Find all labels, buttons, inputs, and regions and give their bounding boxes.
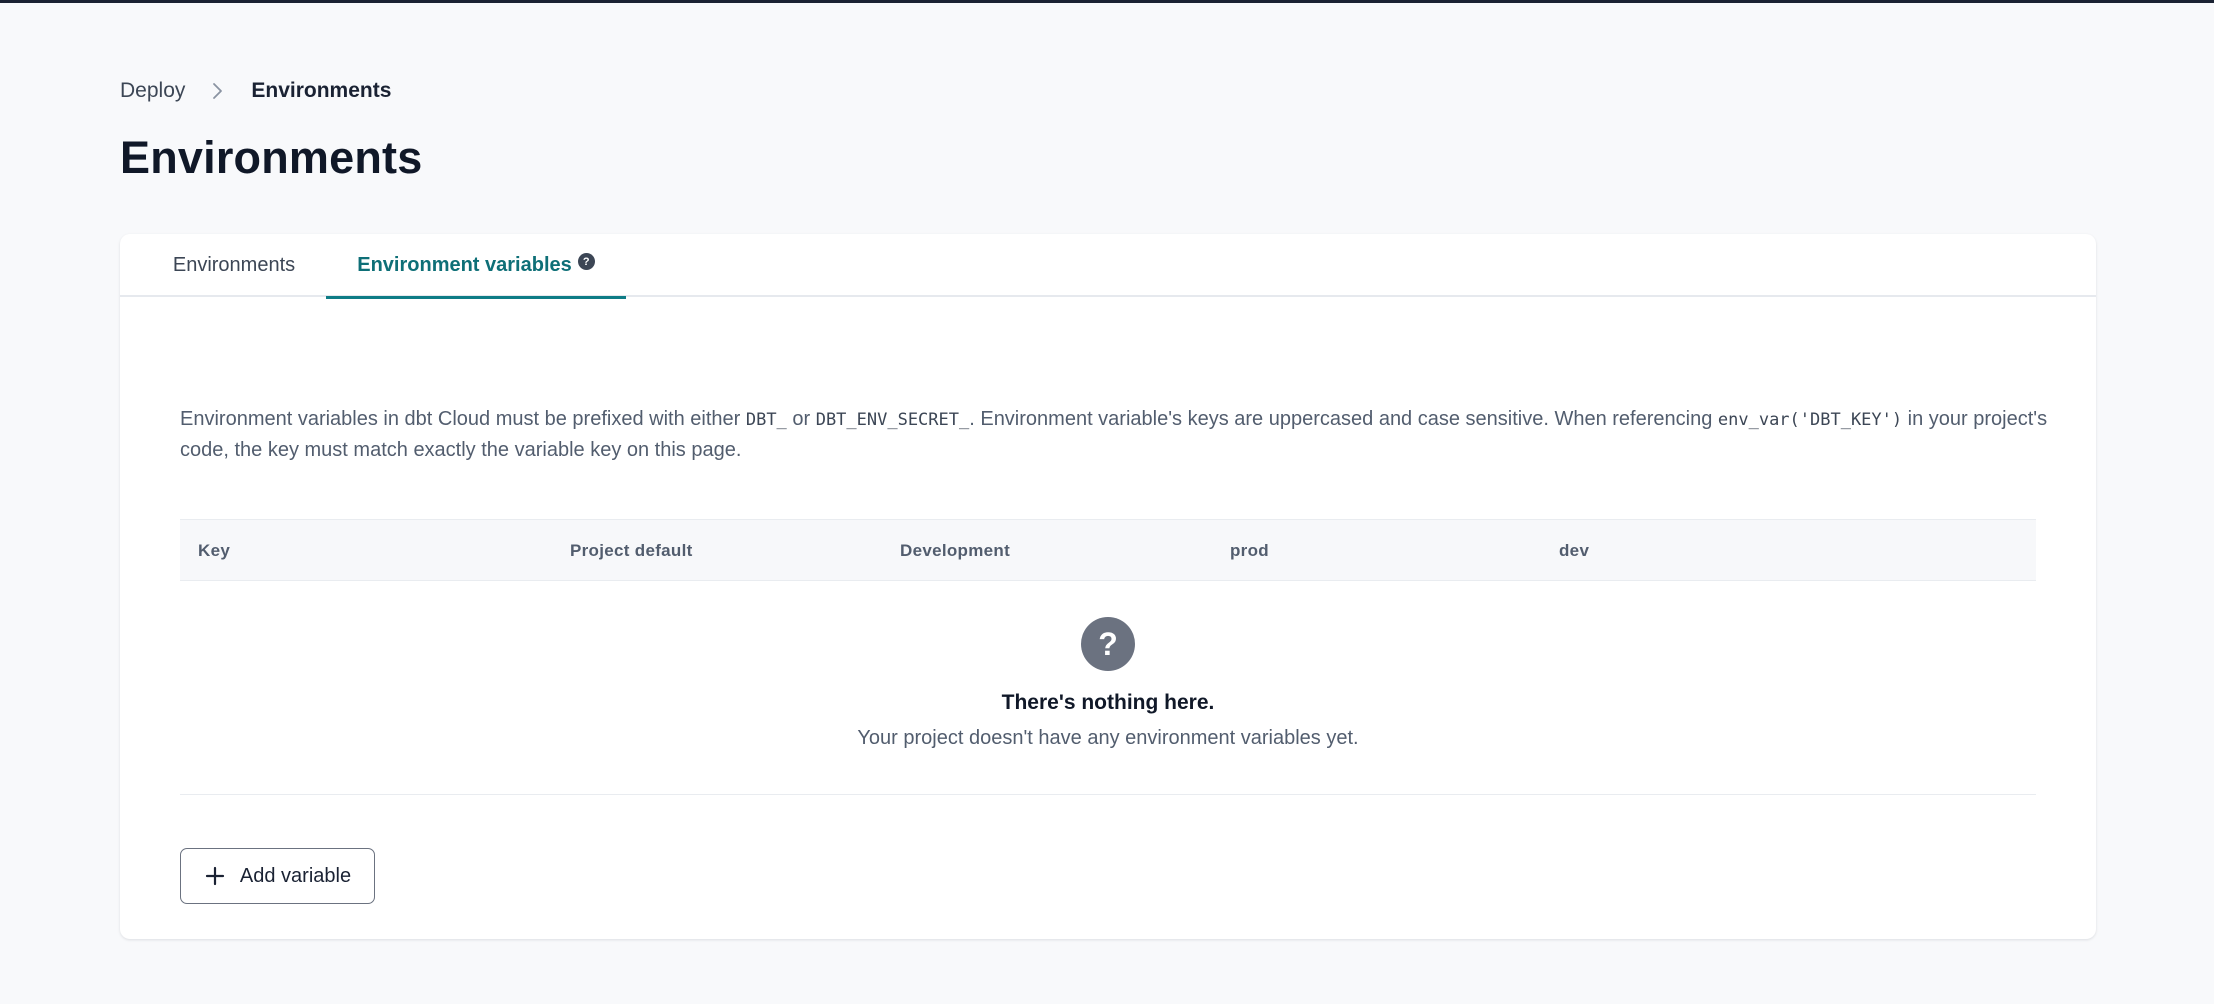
chevron-right-icon (203, 82, 233, 100)
column-header-dev: dev (1559, 541, 1590, 560)
column-header-development: Development (900, 541, 1011, 560)
add-variable-label: Add variable (239, 864, 352, 887)
breadcrumb-deploy-link[interactable]: Deploy (120, 79, 185, 103)
top-rule (0, 0, 2214, 3)
code-prefix-secret: DBT_ENV_SECRET_ (815, 410, 970, 430)
tab-environments-label: Environments (172, 254, 296, 276)
variables-table: Key Project default Development prod dev… (180, 519, 2036, 795)
description-text: Environment variables in dbt Cloud must … (180, 404, 2060, 465)
help-icon[interactable]: ? (577, 253, 595, 270)
tab-environment-variables-label: Environment variables (357, 254, 572, 276)
environments-card: Environments Environment variables ? Env… (120, 234, 2096, 939)
table-header: Key Project default Development prod dev (180, 519, 2036, 581)
empty-state-title: There's nothing here. (1001, 691, 1215, 714)
description-part: . Environment variable's keys are upperc… (969, 408, 1718, 430)
column-header-project-default: Project default (570, 541, 693, 560)
tab-environments[interactable]: Environments (168, 234, 300, 297)
description-part: Environment variables in dbt Cloud must … (180, 408, 746, 430)
add-variable-button[interactable]: Add variable (180, 848, 375, 904)
tab-environment-variables[interactable]: Environment variables ? (326, 234, 626, 299)
empty-state-subtitle: Your project doesn't have any environmen… (857, 727, 1359, 749)
tab-bar: Environments Environment variables ? (120, 234, 2096, 299)
description-part: or (786, 408, 816, 430)
breadcrumb-current: Environments (251, 79, 392, 102)
plus-icon (204, 865, 226, 887)
question-icon: ? (1081, 617, 1135, 671)
code-prefix-dbt: DBT_ (745, 410, 787, 430)
breadcrumb: Deploy Environments (120, 76, 391, 106)
column-header-prod: prod (1230, 541, 1269, 560)
column-header-key: Key (198, 541, 231, 560)
empty-state: ? There's nothing here. Your project doe… (180, 581, 2036, 795)
code-env-var-example: env_var('DBT_KEY') (1717, 410, 1903, 430)
page-title: Environments (120, 132, 423, 183)
